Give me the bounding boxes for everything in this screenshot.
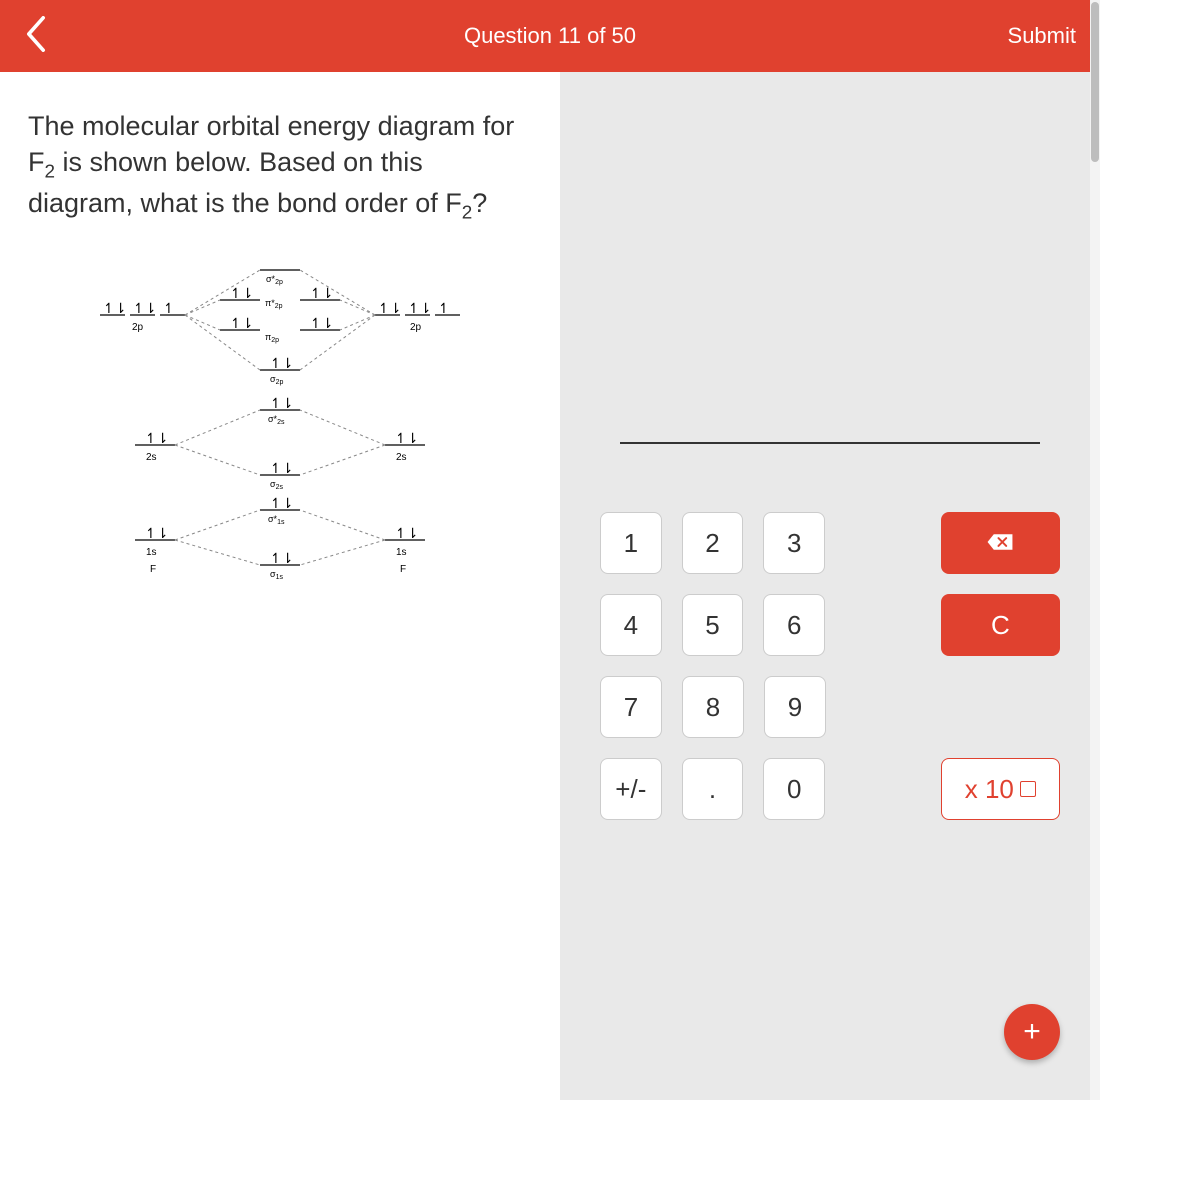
key-2[interactable]: 2 [682, 512, 744, 574]
key-1[interactable]: 1 [600, 512, 662, 574]
submit-button[interactable]: Submit [1008, 23, 1076, 49]
key-9[interactable]: 9 [764, 676, 826, 738]
numeric-keypad: 1 2 3 4 5 6 C [600, 512, 1060, 840]
vertical-scrollbar[interactable] [1090, 0, 1100, 1100]
app-window: Question 11 of 50 Submit The molecular o… [0, 0, 1100, 1100]
svg-text:2s: 2s [396, 452, 407, 463]
sci-notation-label: x 10 [965, 774, 1014, 805]
mo-diagram-svg: .dash { stroke: #888; stroke-width: 1; s… [60, 250, 500, 630]
body: The molecular orbital energy diagram for… [0, 72, 1100, 1100]
svg-text:↿⇂: ↿⇂ [270, 550, 293, 566]
svg-text:σ1s: σ1s [270, 569, 283, 581]
backspace-icon [986, 528, 1014, 559]
exponent-box-icon [1020, 781, 1036, 797]
question-text: The molecular orbital energy diagram for… [28, 108, 532, 226]
svg-text:↿⇂: ↿⇂ [230, 285, 253, 301]
plus-icon: + [1023, 1015, 1041, 1049]
svg-text:σ*2p: σ*2p [266, 274, 283, 286]
svg-text:↿⇂: ↿⇂ [395, 525, 418, 541]
key-0[interactable]: 0 [763, 758, 825, 820]
key-7[interactable]: 7 [600, 676, 662, 738]
svg-text:↿⇂: ↿⇂ [103, 300, 126, 316]
answer-panel: 1 2 3 4 5 6 C [560, 72, 1100, 1100]
svg-text:1s: 1s [396, 547, 407, 558]
header-bar: Question 11 of 50 Submit [0, 0, 1100, 72]
key-6[interactable]: 6 [763, 594, 825, 656]
svg-text:↿⇂: ↿⇂ [310, 315, 333, 331]
backspace-button[interactable] [941, 512, 1060, 574]
scrollbar-thumb[interactable] [1091, 2, 1099, 162]
key-dot[interactable]: . [682, 758, 744, 820]
svg-text:2s: 2s [146, 452, 157, 463]
svg-text:1s: 1s [146, 547, 157, 558]
svg-text:↿⇂: ↿⇂ [270, 495, 293, 511]
svg-text:2p: 2p [410, 322, 422, 333]
clear-button[interactable]: C [941, 594, 1060, 656]
svg-text:σ*1s: σ*1s [268, 514, 285, 526]
svg-text:2p: 2p [132, 322, 144, 333]
chevron-left-icon [25, 16, 47, 57]
svg-text:↿⇂: ↿⇂ [270, 460, 293, 476]
sci-notation-button[interactable]: x 10 [941, 758, 1060, 820]
question-panel: The molecular orbital energy diagram for… [0, 72, 560, 1100]
svg-text:↿⇂: ↿⇂ [408, 300, 431, 316]
mo-diagram: .dash { stroke: #888; stroke-width: 1; s… [28, 250, 532, 630]
svg-text:σ*2s: σ*2s [268, 414, 285, 426]
svg-text:σ2p: σ2p [270, 374, 283, 386]
answer-input-line[interactable] [620, 442, 1040, 444]
svg-text:F: F [150, 564, 156, 575]
svg-text:π*2p: π*2p [265, 298, 283, 310]
key-4[interactable]: 4 [600, 594, 662, 656]
svg-text:π2p: π2p [265, 332, 279, 344]
svg-text:↿⇂: ↿⇂ [270, 395, 293, 411]
svg-text:↿⇂: ↿⇂ [270, 355, 293, 371]
key-3[interactable]: 3 [763, 512, 825, 574]
svg-text:↿⇂: ↿⇂ [378, 300, 401, 316]
back-button[interactable] [0, 0, 72, 72]
svg-text:↿⇂: ↿⇂ [145, 430, 168, 446]
svg-text:↿⇂: ↿⇂ [230, 315, 253, 331]
page-title: Question 11 of 50 [464, 23, 636, 49]
svg-text:↿⇂: ↿⇂ [133, 300, 156, 316]
svg-text:↿⇂: ↿⇂ [310, 285, 333, 301]
svg-text:↿: ↿ [438, 300, 450, 316]
key-5[interactable]: 5 [682, 594, 744, 656]
svg-text:σ2s: σ2s [270, 479, 283, 491]
key-plusminus[interactable]: +/- [600, 758, 662, 820]
key-8[interactable]: 8 [682, 676, 744, 738]
svg-text:↿: ↿ [163, 300, 175, 316]
svg-text:F: F [400, 564, 406, 575]
svg-text:↿⇂: ↿⇂ [145, 525, 168, 541]
svg-text:↿⇂: ↿⇂ [395, 430, 418, 446]
add-fab[interactable]: + [1004, 1004, 1060, 1060]
